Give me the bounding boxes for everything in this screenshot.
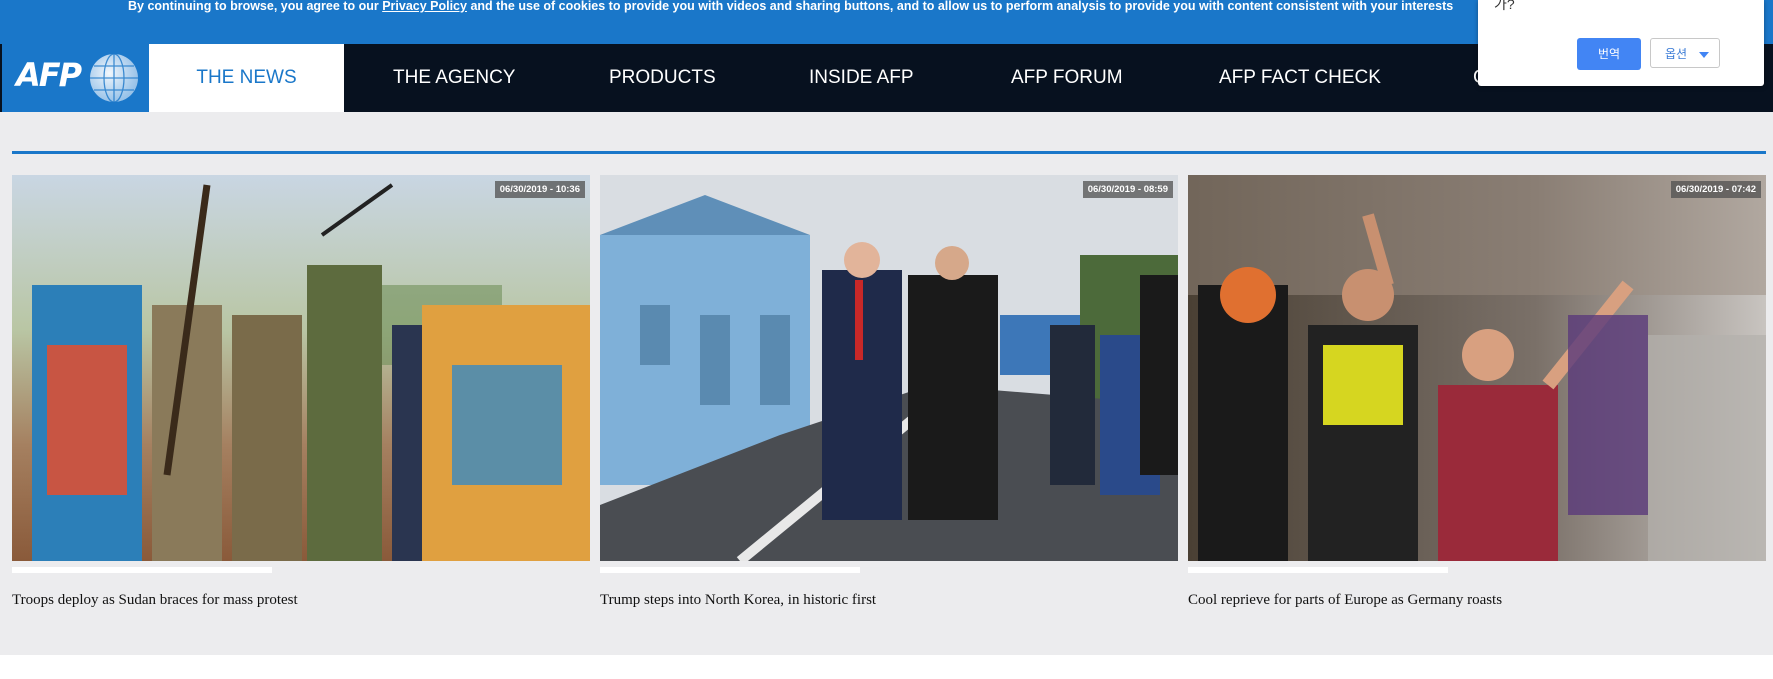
timestamp-badge: 06/30/2019 - 10:36 bbox=[494, 181, 585, 198]
translate-button[interactable]: 번역 bbox=[1577, 38, 1641, 70]
news-card[interactable]: 06/30/2019 - 08:59 Trump steps into Nort… bbox=[600, 175, 1178, 608]
photo-germany bbox=[1188, 175, 1766, 561]
card-headline[interactable]: Cool reprieve for parts of Europe as Ger… bbox=[1188, 592, 1502, 609]
timestamp-badge: 06/30/2019 - 08:59 bbox=[1082, 181, 1173, 198]
nav-products[interactable]: PRODUCTS bbox=[609, 44, 716, 112]
photo-sudan bbox=[12, 175, 590, 561]
news-photo-korea[interactable]: 06/30/2019 - 08:59 bbox=[600, 175, 1178, 561]
card-progress-bar bbox=[600, 567, 860, 573]
globe-icon bbox=[90, 53, 138, 103]
cookie-notice-suffix: and the use of cookies to provide you wi… bbox=[466, 0, 1454, 13]
options-label: 옵션 bbox=[1665, 47, 1688, 61]
card-progress-bar bbox=[1188, 567, 1448, 573]
cookie-notice-text: By continuing to browse, you agree to ou… bbox=[128, 0, 1453, 13]
timestamp-badge: 06/30/2019 - 07:42 bbox=[1670, 181, 1761, 198]
news-photo-sudan[interactable]: 06/30/2019 - 10:36 bbox=[12, 175, 590, 561]
news-card[interactable]: 06/30/2019 - 07:42 Cool reprieve for par… bbox=[1188, 175, 1766, 608]
nav-afp-forum[interactable]: AFP FORUM bbox=[1011, 44, 1123, 112]
card-progress-bar bbox=[12, 567, 272, 573]
news-section: 06/30/2019 - 10:36 Troops deploy as Suda… bbox=[0, 112, 1773, 655]
translate-popup: 가? 번역 옵션 bbox=[1478, 0, 1764, 86]
afp-logo[interactable]: AFP bbox=[2, 44, 149, 112]
nav-afp-fact-check[interactable]: AFP FACT CHECK bbox=[1219, 44, 1381, 112]
news-photo-germany[interactable]: 06/30/2019 - 07:42 bbox=[1188, 175, 1766, 561]
news-card[interactable]: 06/30/2019 - 10:36 Troops deploy as Suda… bbox=[12, 175, 590, 608]
logo-text: AFP bbox=[16, 56, 82, 94]
cookie-notice-prefix: By continuing to browse, you agree to ou… bbox=[128, 0, 383, 13]
card-headline[interactable]: Troops deploy as Sudan braces for mass p… bbox=[12, 592, 298, 609]
nav-the-agency[interactable]: THE AGENCY bbox=[393, 44, 515, 112]
privacy-policy-link[interactable]: Privacy Policy bbox=[382, 0, 467, 13]
nav-the-news[interactable]: THE NEWS bbox=[149, 44, 344, 112]
translate-question: 가? bbox=[1494, 0, 1515, 12]
options-button[interactable]: 옵션 bbox=[1650, 38, 1720, 68]
photo-korea bbox=[600, 175, 1178, 561]
nav-inside-afp[interactable]: INSIDE AFP bbox=[809, 44, 914, 112]
section-divider bbox=[12, 151, 1766, 154]
card-headline[interactable]: Trump steps into North Korea, in histori… bbox=[600, 592, 876, 609]
caret-down-icon bbox=[1699, 52, 1709, 58]
